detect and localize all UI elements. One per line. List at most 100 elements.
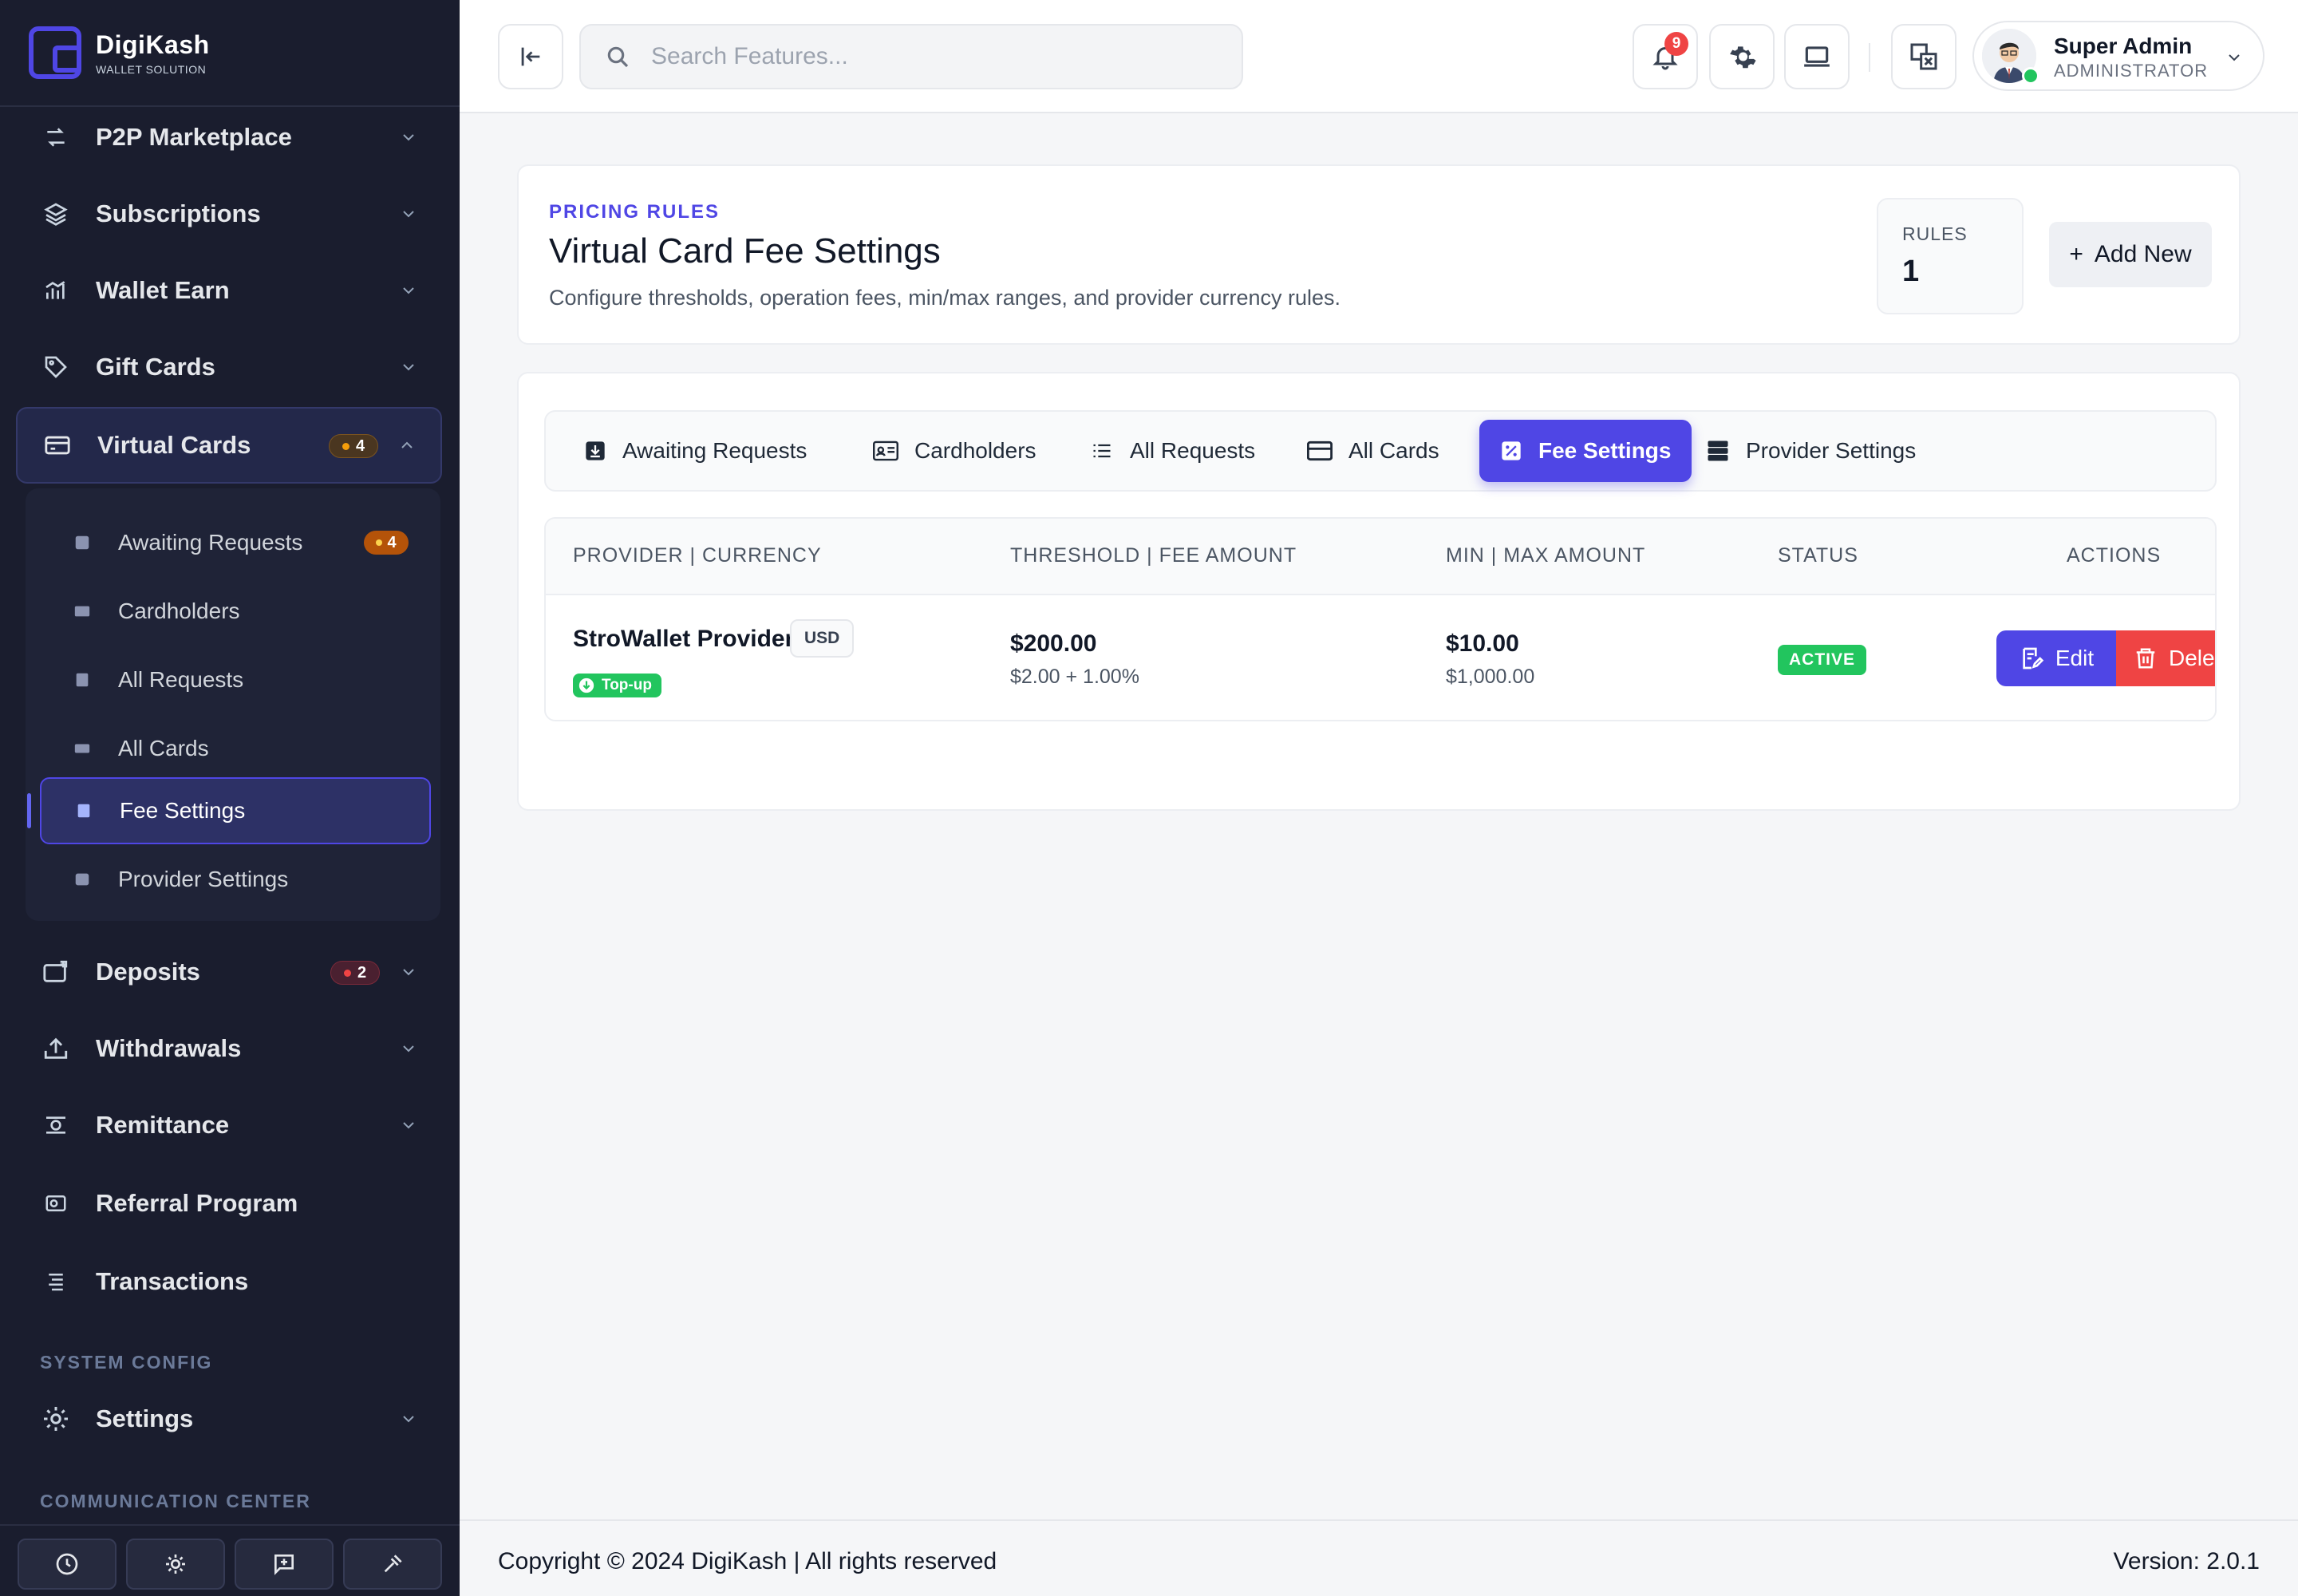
chevron-up-icon (401, 441, 413, 448)
currency-tag: USD (790, 619, 855, 658)
search-bar[interactable] (579, 24, 1243, 89)
chevron-down-icon (403, 364, 414, 371)
sidebar-item-gift-cards[interactable]: Gift Cards (16, 330, 442, 404)
submenu-item-fee-settings[interactable]: Fee Settings (40, 777, 431, 844)
receipt-icon (77, 804, 90, 818)
tab-all-cards[interactable]: All Cards (1286, 420, 1460, 482)
search-input[interactable] (651, 43, 1210, 70)
sidebar-item-label: Transactions (96, 1267, 249, 1295)
chart-icon (41, 276, 70, 305)
list-icon (76, 673, 89, 687)
page-title: Virtual Card Fee Settings (549, 231, 941, 271)
online-status-dot (2022, 67, 2039, 85)
tools-button[interactable] (343, 1539, 442, 1590)
sidebar-item-p2p-marketplace[interactable]: P2P Marketplace (16, 101, 442, 174)
chevron-down-icon (403, 134, 414, 141)
sidebar-item-label: Referral Program (96, 1189, 298, 1217)
edit-label: Edit (2055, 646, 2095, 670)
sidebar-item-remittance[interactable]: Remittance (16, 1088, 442, 1162)
download-icon (75, 535, 89, 550)
user-profile-menu[interactable]: Super Admin ADMINISTRATOR (1972, 21, 2264, 91)
fee-amount: $2.00 + 1.00% (1010, 666, 1139, 688)
id-card-icon (74, 606, 90, 617)
clock-icon (56, 1553, 78, 1575)
sidebar-item-withdrawals[interactable]: Withdrawals (16, 1012, 442, 1085)
submenu-label: Fee Settings (120, 798, 246, 823)
feedback-button[interactable] (235, 1539, 334, 1590)
submenu-item-cardholders[interactable]: Cardholders (40, 578, 431, 645)
submenu-item-provider-settings[interactable]: Provider Settings (40, 846, 431, 913)
collapse-sidebar-button[interactable] (498, 24, 563, 89)
copyright-text: Copyright © 2024 DigiKash | All rights r… (498, 1548, 997, 1574)
sidebar-item-settings[interactable]: Settings (16, 1382, 442, 1456)
gear-icon (166, 1555, 185, 1574)
settings-button[interactable] (1709, 24, 1775, 89)
sidebar-item-wallet-earn[interactable]: Wallet Earn (16, 254, 442, 327)
plus-icon: + (2069, 241, 2083, 267)
brand[interactable]: DigiKash WALLET SOLUTION (0, 0, 460, 107)
gear-icon (41, 1404, 70, 1433)
language-button[interactable] (1891, 24, 1956, 89)
history-button[interactable] (18, 1539, 116, 1590)
virtual-cards-submenu: Awaiting Requests 4 Cardholders All Requ… (26, 488, 440, 921)
tag-icon (41, 353, 70, 381)
notification-count-badge: 9 (1664, 32, 1688, 56)
max-amount: $1,000.00 (1446, 666, 1535, 688)
sidebar-item-label: Gift Cards (96, 353, 215, 381)
tab-label: Cardholders (914, 438, 1036, 463)
notifications-button[interactable]: 9 (1633, 24, 1698, 89)
translate-icon (1910, 43, 1937, 70)
wallet-logo-icon (29, 26, 81, 79)
section-label-system-config: SYSTEM CONFIG (40, 1352, 213, 1373)
sidebar-item-virtual-cards[interactable]: Virtual Cards 4 (16, 407, 442, 484)
sidebar-item-label: Remittance (96, 1111, 230, 1139)
tools-icon (384, 1555, 402, 1573)
submenu-item-awaiting-requests[interactable]: Awaiting Requests 4 (40, 509, 431, 576)
sidebar-item-label: Virtual Cards (97, 431, 251, 459)
submenu-item-all-cards[interactable]: All Cards (40, 715, 431, 782)
submenu-label: Cardholders (118, 598, 240, 623)
upload-icon (41, 1034, 70, 1063)
min-amount: $10.00 (1446, 630, 1519, 657)
chevron-down-icon (403, 1045, 414, 1053)
layers-icon (41, 200, 70, 228)
chevron-down-icon (403, 287, 414, 294)
sidebar-item-subscriptions[interactable]: Subscriptions (16, 177, 442, 251)
brand-tagline: WALLET SOLUTION (96, 62, 207, 76)
tab-label: All Cards (1348, 438, 1439, 463)
tab-awaiting-requests[interactable]: Awaiting Requests (563, 420, 827, 482)
sidebar-item-label: Subscriptions (96, 200, 261, 227)
wallet-plus-icon (41, 958, 70, 986)
count-badge: 4 (364, 531, 409, 555)
sidebar-item-label: Wallet Earn (96, 276, 230, 304)
settings-button[interactable] (126, 1539, 225, 1590)
card-icon (74, 744, 90, 753)
sidebar: DigiKash WALLET SOLUTION P2P Marketplace… (0, 0, 460, 1596)
tab-fee-settings[interactable]: Fee Settings (1479, 420, 1692, 482)
rules-count: 1 (1902, 255, 1920, 288)
edit-button[interactable]: Edit (1996, 630, 2116, 686)
tab-cardholders[interactable]: Cardholders (852, 420, 1057, 482)
tab-label: Fee Settings (1538, 438, 1672, 463)
gear-icon (1730, 46, 1756, 69)
user-name: Super Admin (2054, 34, 2193, 58)
status-badge: ACTIVE (1778, 645, 1867, 675)
add-new-button[interactable]: + Add New (2049, 222, 2212, 287)
submenu-label: All Cards (118, 736, 209, 760)
sidebar-item-transactions[interactable]: Transactions (16, 1245, 442, 1318)
submenu-item-all-requests[interactable]: All Requests (40, 646, 431, 713)
delete-button[interactable]: Delete (2116, 630, 2215, 686)
tab-provider-settings[interactable]: Provider Settings (1685, 420, 1937, 482)
trash-icon (2136, 648, 2155, 669)
delete-label: Delete (2169, 646, 2215, 670)
tab-label: Provider Settings (1746, 438, 1917, 463)
sidebar-item-referral-program[interactable]: Referral Program (16, 1167, 442, 1240)
table-row: StroWallet Provider USD Top-up $200.00 $… (546, 595, 2215, 720)
list-icon (1093, 444, 1111, 458)
sidebar-item-deposits[interactable]: Deposits 2 (16, 935, 442, 1009)
tab-all-requests[interactable]: All Requests (1069, 420, 1276, 482)
display-mode-button[interactable] (1784, 24, 1850, 89)
chevron-down-icon (403, 969, 414, 976)
count-badge: 4 (329, 434, 378, 458)
page-description: Configure thresholds, operation fees, mi… (549, 286, 1340, 310)
